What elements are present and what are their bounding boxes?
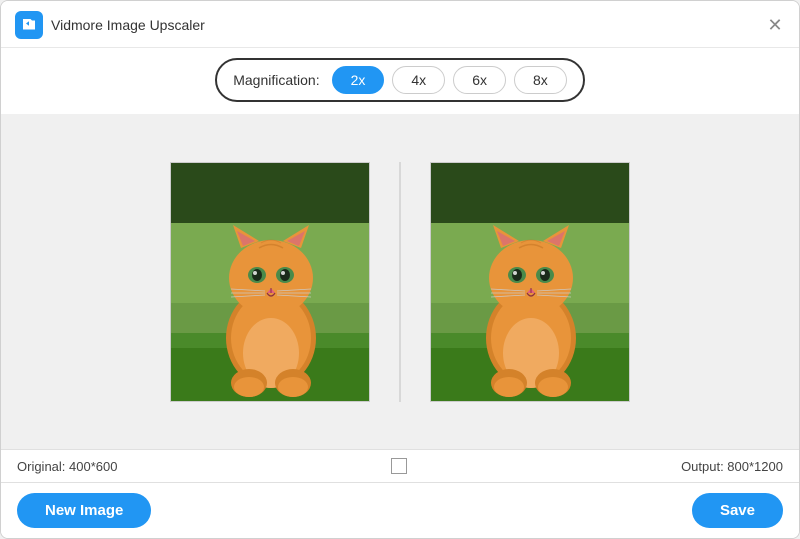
new-image-button[interactable]: New Image [17, 493, 151, 528]
output-size-label: Output: 800*1200 [681, 459, 783, 474]
magnification-group: Magnification: 2x 4x 6x 8x [215, 58, 585, 102]
original-image-frame [170, 162, 370, 402]
original-image-panel [170, 162, 370, 402]
original-cat-image [171, 163, 370, 402]
mag-button-8x[interactable]: 8x [514, 66, 567, 94]
divider-line [400, 162, 401, 402]
magnification-bar: Magnification: 2x 4x 6x 8x [1, 48, 799, 114]
output-image-frame [430, 162, 630, 402]
close-button[interactable]: ✕ [765, 15, 785, 35]
magnification-label: Magnification: [233, 72, 319, 88]
main-content [1, 114, 799, 449]
compare-checkbox[interactable] [391, 458, 407, 474]
save-button[interactable]: Save [692, 493, 783, 528]
app-window: Vidmore Image Upscaler ✕ Magnification: … [0, 0, 800, 539]
mag-button-4x[interactable]: 4x [392, 66, 445, 94]
app-title: Vidmore Image Upscaler [51, 17, 205, 33]
mag-button-2x[interactable]: 2x [332, 66, 385, 94]
mag-button-6x[interactable]: 6x [453, 66, 506, 94]
original-size-label: Original: 400*600 [17, 459, 117, 474]
footer: New Image Save [1, 482, 799, 538]
info-bar: Original: 400*600 Output: 800*1200 [1, 449, 799, 482]
output-cat-image [431, 163, 630, 402]
output-image-panel [430, 162, 630, 402]
title-left: Vidmore Image Upscaler [15, 11, 205, 39]
vidmore-icon [20, 16, 38, 34]
app-icon [15, 11, 43, 39]
title-bar: Vidmore Image Upscaler ✕ [1, 1, 799, 48]
